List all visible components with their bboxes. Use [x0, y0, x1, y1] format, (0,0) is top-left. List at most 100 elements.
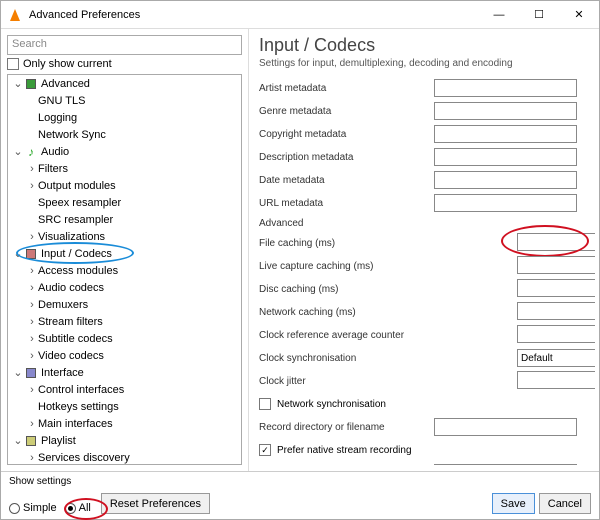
- field-label: Prefer native stream recording: [277, 445, 412, 456]
- tree-item-label: Network Sync: [38, 129, 106, 141]
- tree-item[interactable]: ›Subtitle codecs: [8, 330, 241, 347]
- field-label: Clock synchronisation: [259, 353, 434, 364]
- spin-input[interactable]: [517, 371, 595, 389]
- meta-row: Artist metadata: [259, 77, 577, 99]
- preferences-tree[interactable]: ⌄AdvancedGNU TLSLoggingNetwork Sync⌄♪Aud…: [7, 74, 242, 465]
- spin-input[interactable]: [517, 279, 595, 297]
- tree-item[interactable]: ›Services discovery: [8, 449, 241, 465]
- collapse-icon[interactable]: ⌄: [12, 366, 24, 379]
- field-label: Live capture caching (ms): [259, 261, 434, 272]
- field-label: Record directory or filename: [259, 422, 434, 433]
- tree-item[interactable]: ›Audio codecs: [8, 279, 241, 296]
- spin-input[interactable]: [517, 325, 595, 343]
- meta-input[interactable]: [434, 79, 577, 97]
- tree-item[interactable]: ›Demuxers: [8, 296, 241, 313]
- collapse-icon[interactable]: ⌄: [12, 434, 24, 447]
- setting-row: Clock synchronisation▼: [259, 347, 577, 369]
- field-label: URL metadata: [259, 198, 434, 209]
- expand-icon[interactable]: ›: [26, 316, 38, 328]
- text-input[interactable]: [434, 418, 577, 436]
- reset-preferences-button[interactable]: Reset Preferences: [101, 493, 210, 514]
- advanced-section-header: Advanced: [259, 218, 577, 229]
- spin-input[interactable]: [517, 256, 595, 274]
- only-show-current-label: Only show current: [23, 58, 112, 70]
- tree-item-label: Logging: [38, 112, 77, 124]
- page-title: Input / Codecs: [259, 35, 595, 56]
- close-button[interactable]: ✕: [559, 1, 599, 28]
- tree-item[interactable]: Network Sync: [8, 126, 241, 143]
- text-input[interactable]: [434, 464, 577, 465]
- tree-item[interactable]: ›Stream filters: [8, 313, 241, 330]
- expand-icon[interactable]: ›: [26, 452, 38, 464]
- expand-icon[interactable]: ›: [26, 265, 38, 277]
- expand-icon[interactable]: ›: [26, 231, 38, 243]
- expand-icon[interactable]: ›: [26, 418, 38, 430]
- expand-icon[interactable]: ›: [26, 163, 38, 175]
- tree-item-label: Filters: [38, 163, 68, 175]
- content-panel: Input / Codecs Settings for input, demul…: [249, 29, 599, 471]
- meta-row: Date metadata: [259, 169, 577, 191]
- setting-row: Timeshift directory: [259, 462, 577, 465]
- collapse-icon[interactable]: ⌄: [12, 77, 24, 90]
- expand-icon[interactable]: ›: [26, 333, 38, 345]
- setting-checkbox[interactable]: ✓: [259, 444, 271, 456]
- expand-icon[interactable]: ›: [26, 384, 38, 396]
- tree-item[interactable]: ›Filters: [8, 160, 241, 177]
- collapse-icon[interactable]: ⌄: [12, 247, 24, 260]
- tree-item[interactable]: GNU TLS: [8, 92, 241, 109]
- tree-item[interactable]: ›Visualizations: [8, 228, 241, 245]
- save-button[interactable]: Save: [492, 493, 535, 514]
- meta-input[interactable]: [434, 148, 577, 166]
- meta-input[interactable]: [434, 102, 577, 120]
- expand-icon[interactable]: ›: [26, 180, 38, 192]
- tree-item-label: Control interfaces: [38, 384, 124, 396]
- tree-item[interactable]: Speex resampler: [8, 194, 241, 211]
- tree-item-label: Video codecs: [38, 350, 104, 362]
- tree-item[interactable]: ›Main interfaces: [8, 415, 241, 432]
- tree-item[interactable]: ›Control interfaces: [8, 381, 241, 398]
- cancel-button[interactable]: Cancel: [539, 493, 591, 514]
- setting-row: Clock reference average counter▲▼: [259, 324, 577, 346]
- minimize-button[interactable]: —: [479, 1, 519, 28]
- expand-icon[interactable]: ›: [26, 350, 38, 362]
- spin-input[interactable]: [517, 302, 595, 320]
- expand-icon[interactable]: ›: [26, 282, 38, 294]
- setting-row: Record directory or filename: [259, 416, 577, 438]
- tree-item[interactable]: Hotkeys settings: [8, 398, 241, 415]
- setting-checkbox[interactable]: [259, 398, 271, 410]
- field-label: Disc caching (ms): [259, 284, 434, 295]
- expand-icon[interactable]: ›: [26, 299, 38, 311]
- field-label: Clock jitter: [259, 376, 434, 387]
- meta-input[interactable]: [434, 125, 577, 143]
- tree-item[interactable]: Logging: [8, 109, 241, 126]
- tree-item[interactable]: ⌄Playlist: [8, 432, 241, 449]
- search-input[interactable]: Search: [7, 35, 242, 55]
- radio-simple[interactable]: Simple: [9, 502, 57, 514]
- meta-input[interactable]: [434, 171, 577, 189]
- tree-item-label: Demuxers: [38, 299, 88, 311]
- tree-item[interactable]: SRC resampler: [8, 211, 241, 228]
- meta-input[interactable]: [434, 194, 577, 212]
- setting-row: ✓ Prefer native stream recording: [259, 439, 577, 461]
- dropdown[interactable]: [517, 349, 595, 367]
- only-show-current-checkbox[interactable]: [7, 58, 19, 70]
- tree-item[interactable]: ›Output modules: [8, 177, 241, 194]
- page-subtitle: Settings for input, demultiplexing, deco…: [259, 58, 595, 69]
- tree-item[interactable]: ⌄♪Audio: [8, 143, 241, 160]
- tree-item[interactable]: ⌄Advanced: [8, 75, 241, 92]
- setting-row: Disc caching (ms)▲▼: [259, 278, 577, 300]
- tree-item[interactable]: ›Video codecs: [8, 347, 241, 364]
- tree-item-label: Audio: [41, 146, 69, 158]
- tree-item[interactable]: ⌄Input / Codecs: [8, 245, 241, 262]
- field-label: Network caching (ms): [259, 307, 434, 318]
- maximize-button[interactable]: ☐: [519, 1, 559, 28]
- tree-item[interactable]: ›Access modules: [8, 262, 241, 279]
- spin-input[interactable]: [517, 233, 595, 251]
- tree-item[interactable]: ⌄Interface: [8, 364, 241, 381]
- field-label: Copyright metadata: [259, 129, 434, 140]
- collapse-icon[interactable]: ⌄: [12, 145, 24, 158]
- radio-all[interactable]: All: [65, 502, 91, 514]
- note-icon: ♪: [24, 145, 38, 159]
- ui-icon: [24, 366, 38, 380]
- field-label: Network synchronisation: [277, 399, 386, 410]
